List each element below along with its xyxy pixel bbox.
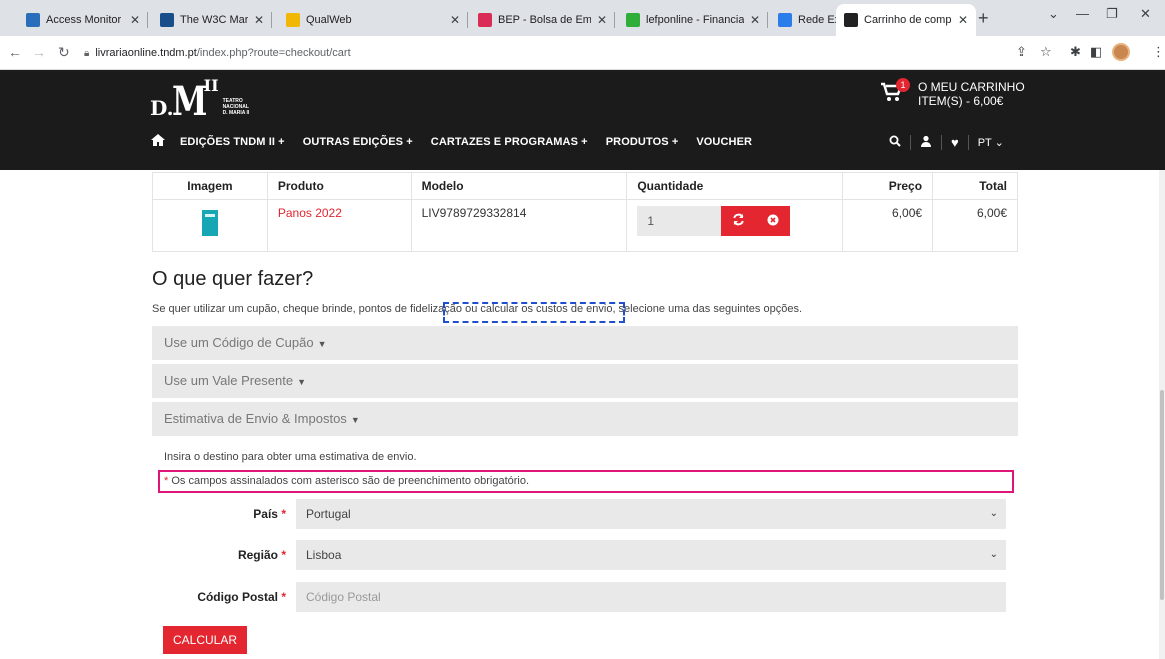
- region-row: Região * Lisboa ⌄: [152, 540, 1018, 570]
- close-tab-icon[interactable]: ✕: [958, 13, 968, 27]
- browser-tab[interactable]: QualWeb ✕: [278, 4, 468, 36]
- new-tab-icon[interactable]: +: [978, 8, 989, 29]
- nav-item-edicoes-tndm[interactable]: EDIÇÕES TNDM II +: [180, 136, 285, 148]
- product-model: LIV9789729332814: [410, 199, 628, 252]
- close-tab-icon[interactable]: ✕: [130, 13, 140, 27]
- chevron-down-icon: ⌄: [989, 549, 998, 560]
- address-bar-row: ← → ↻ 🔒︎ livrariaonline.tndm.pt/index.ph…: [0, 36, 1165, 70]
- accordion-shipping-estimate[interactable]: Estimativa de Envio & Impostos ▼: [152, 402, 1018, 436]
- col-model: Modelo: [410, 172, 628, 200]
- calculate-button[interactable]: CALCULAR: [163, 626, 247, 654]
- country-select[interactable]: Portugal ⌄: [296, 499, 1006, 529]
- cart-count-badge: 1: [896, 78, 910, 92]
- close-tab-icon[interactable]: ✕: [597, 13, 607, 27]
- table-row: Panos 2022 LIV9789729332814 1 6,00€ 6,00…: [152, 199, 1018, 252]
- tab-favicon-icon: [286, 13, 300, 27]
- postcode-input[interactable]: Código Postal: [296, 582, 1006, 612]
- minimize-icon[interactable]: —: [1076, 6, 1089, 21]
- tab-search-icon[interactable]: ⌄: [1048, 6, 1059, 22]
- tab-favicon-icon: [844, 13, 858, 27]
- share-icon[interactable]: ⇪: [1016, 44, 1027, 60]
- url-input[interactable]: 🔒︎ livrariaonline.tndm.pt/index.php?rout…: [84, 41, 1004, 65]
- product-total: 6,00€: [932, 199, 1018, 252]
- nav-item-produtos[interactable]: PRODUTOS +: [606, 136, 679, 148]
- country-label: País: [253, 507, 278, 521]
- product-price: 6,00€: [842, 199, 934, 252]
- tab-favicon-icon: [778, 13, 792, 27]
- extensions-icon[interactable]: ✱: [1070, 44, 1081, 60]
- quantity-input[interactable]: 1: [637, 206, 722, 236]
- lock-icon[interactable]: 🔒︎: [84, 48, 89, 59]
- site-header: D. M II TEATRO NACIONAL D. MARIA II 1 O …: [0, 70, 1165, 170]
- postcode-row: Código Postal * Código Postal: [152, 582, 1018, 612]
- user-icon[interactable]: [911, 134, 942, 150]
- close-tab-icon[interactable]: ✕: [450, 13, 460, 27]
- table-header-row: Imagem Produto Modelo Quantidade Preço T…: [152, 172, 1018, 200]
- close-tab-icon[interactable]: ✕: [750, 13, 760, 27]
- shopping-cart-icon: 1: [880, 78, 910, 106]
- tab-favicon-icon: [26, 13, 40, 27]
- nav-item-outras-edicoes[interactable]: OUTRAS EDIÇÕES +: [303, 136, 413, 148]
- nav-item-cartazes[interactable]: CARTAZES E PROGRAMAS +: [431, 136, 588, 148]
- col-image: Imagem: [152, 172, 268, 200]
- chevron-down-icon: ⌄: [994, 136, 1004, 149]
- restore-icon[interactable]: ❐: [1106, 6, 1118, 22]
- remove-item-button[interactable]: [767, 214, 779, 229]
- browser-tab-active[interactable]: Carrinho de compras ✕: [836, 4, 976, 36]
- tab-favicon-icon: [626, 13, 640, 27]
- search-icon[interactable]: [880, 134, 911, 150]
- reload-icon[interactable]: ↻: [58, 44, 70, 61]
- chevron-down-icon: ▼: [297, 377, 307, 387]
- tab-favicon-icon: [478, 13, 492, 27]
- focus-highlight: [443, 302, 625, 323]
- col-price: Preço: [842, 172, 934, 200]
- scrollbar-thumb[interactable]: [1160, 390, 1164, 600]
- col-quantity: Quantidade: [626, 172, 844, 200]
- accordion-coupon[interactable]: Use um Código de Cupão ▼: [152, 326, 1018, 360]
- chevron-down-icon: ⌄: [989, 508, 998, 519]
- browser-tab[interactable]: The W3C Markup Vali ✕: [152, 4, 272, 36]
- chevron-down-icon: ▼: [317, 339, 327, 349]
- close-window-icon[interactable]: ✕: [1140, 6, 1151, 22]
- home-icon[interactable]: [150, 133, 166, 152]
- region-select[interactable]: Lisboa ⌄: [296, 540, 1006, 570]
- col-product: Produto: [266, 172, 412, 200]
- accordion-gift-voucher[interactable]: Use um Vale Presente ▼: [152, 364, 1018, 398]
- close-tab-icon[interactable]: ✕: [254, 13, 264, 27]
- browser-tab[interactable]: lefponline - Financia ✕: [618, 4, 768, 36]
- section-title: O que quer fazer?: [152, 268, 314, 290]
- required-fields-note: * Os campos assinalados com asterisco sã…: [158, 470, 1014, 493]
- forward-icon[interactable]: →: [32, 44, 46, 60]
- browser-menu-icon[interactable]: ⋮: [1152, 44, 1165, 60]
- product-link[interactable]: Panos 2022: [278, 206, 342, 220]
- shipping-hint: Insira o destino para obter uma estimati…: [164, 451, 417, 463]
- col-total: Total: [932, 172, 1018, 200]
- bookmark-star-icon[interactable]: ☆: [1040, 44, 1052, 60]
- tab-favicon-icon: [160, 13, 174, 27]
- cart-title: O MEU CARRINHO: [918, 80, 1025, 94]
- product-thumbnail[interactable]: [201, 210, 218, 236]
- utility-nav: ♥ PT ⌄: [880, 130, 1013, 154]
- side-panel-icon[interactable]: ◧: [1090, 44, 1102, 60]
- main-nav: EDIÇÕES TNDM II + OUTRAS EDIÇÕES + CARTA…: [150, 130, 770, 154]
- cart-summary: ITEM(S) - 6,00€: [918, 94, 1004, 108]
- browser-tab[interactable]: BEP - Bolsa de Empre ✕: [470, 4, 615, 36]
- profile-avatar[interactable]: [1112, 43, 1130, 61]
- postcode-label: Código Postal: [197, 590, 278, 604]
- header-cart[interactable]: 1 O MEU CARRINHO ITEM(S) - 6,00€: [880, 78, 1025, 108]
- back-icon[interactable]: ←: [8, 44, 22, 60]
- language-selector[interactable]: PT ⌄: [969, 136, 1013, 149]
- nav-item-voucher[interactable]: VOUCHER: [696, 136, 752, 148]
- region-label: Região: [237, 548, 278, 562]
- cart-table: Imagem Produto Modelo Quantidade Preço T…: [152, 172, 1018, 252]
- heart-icon[interactable]: ♥: [942, 134, 969, 150]
- update-quantity-button[interactable]: [732, 213, 745, 229]
- tndm-logo[interactable]: D. M II TEATRO NACIONAL D. MARIA II: [150, 78, 249, 122]
- country-row: País * Portugal ⌄: [152, 499, 1018, 529]
- chevron-down-icon: ▼: [350, 415, 360, 425]
- page-scrollbar[interactable]: [1159, 170, 1165, 659]
- browser-tab[interactable]: Access Monitor Plus ✕: [18, 4, 148, 36]
- browser-tab-bar: Access Monitor Plus ✕ The W3C Markup Val…: [0, 0, 1165, 36]
